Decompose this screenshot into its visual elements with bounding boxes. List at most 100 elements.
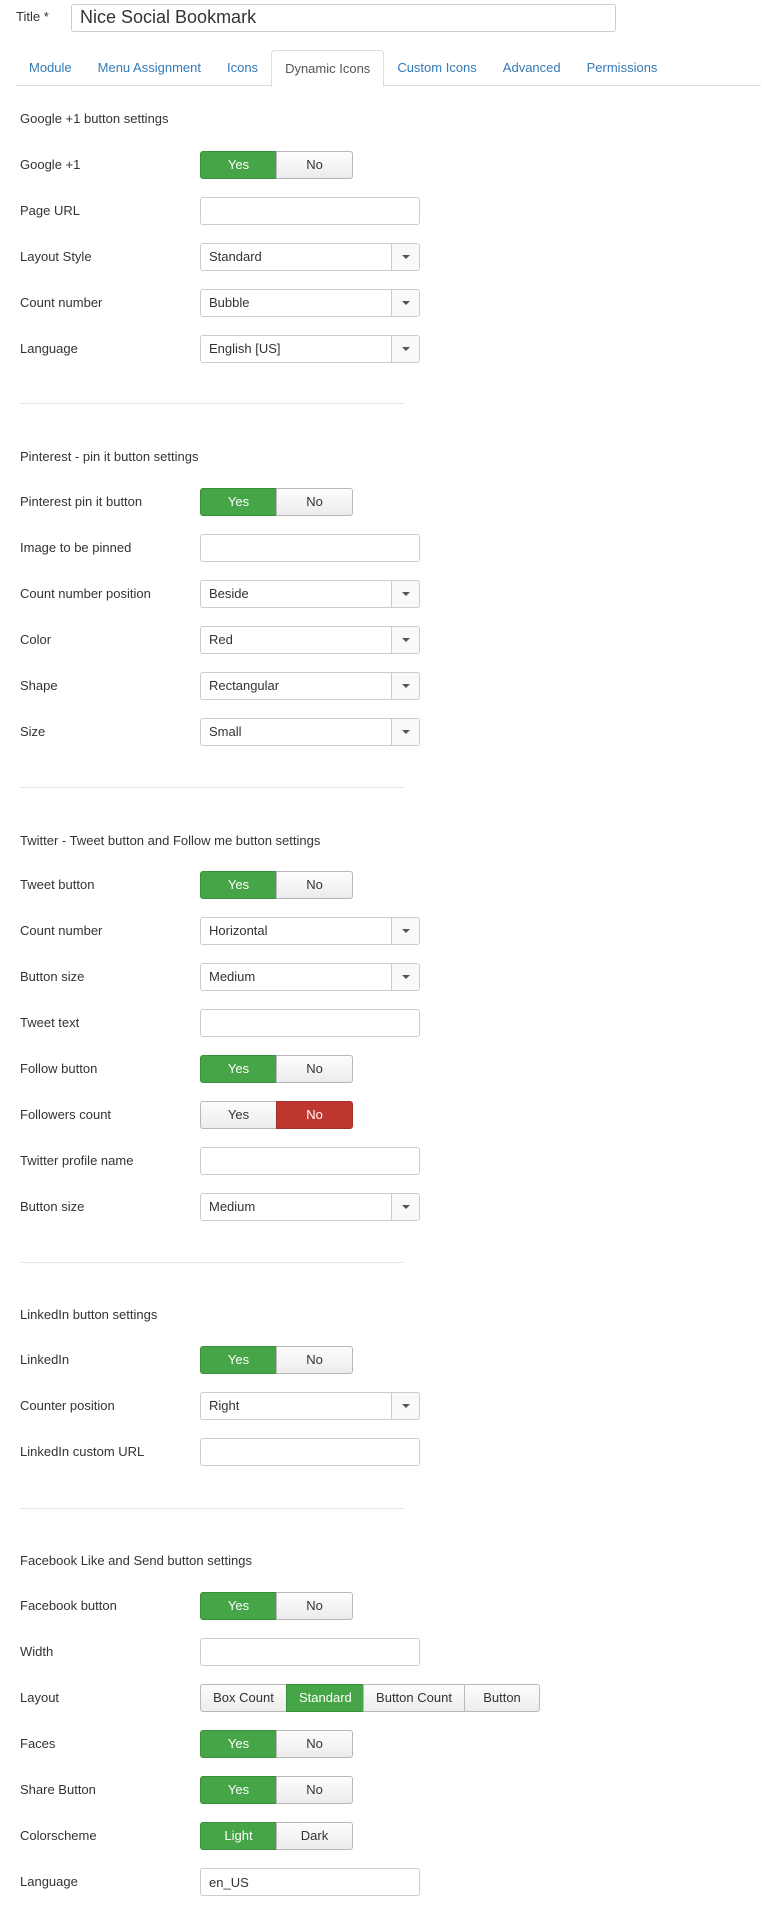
facebook-enable-row: Facebook button Yes No [20, 1591, 740, 1621]
section-divider [20, 1262, 404, 1263]
facebook-width-label: Width [20, 1644, 54, 1659]
facebook-layout-options: Box Count Standard Button Count Button [200, 1684, 540, 1712]
facebook-colorscheme-light-button[interactable]: Light [200, 1822, 277, 1850]
pinterest-count-position-select[interactable]: Beside [200, 580, 420, 608]
twitter-follow-no-button[interactable]: No [276, 1055, 353, 1083]
facebook-share-label: Share Button [20, 1782, 96, 1797]
pinterest-shape-label: Shape [20, 678, 58, 693]
twitter-text-row: Tweet text [20, 1008, 740, 1038]
twitter-tweet-toggle: Yes No [200, 871, 353, 899]
google-plusone-toggle: Yes No [200, 151, 353, 179]
google-plusone-label: Google +1 [20, 157, 81, 172]
title-input[interactable] [71, 3, 616, 32]
facebook-width-input[interactable] [200, 1638, 420, 1666]
facebook-language-row: Language [20, 1867, 740, 1897]
pinterest-count-position-label: Count number position [20, 586, 151, 601]
twitter-tweet-yes-button[interactable]: Yes [200, 871, 277, 899]
facebook-layout-button-button[interactable]: Button [464, 1684, 540, 1712]
linkedin-section-heading: LinkedIn button settings [20, 1307, 158, 1322]
pinterest-color-label: Color [20, 632, 52, 647]
facebook-colorscheme-dark-button[interactable]: Dark [276, 1822, 353, 1850]
tab-advanced[interactable]: Advanced [490, 50, 574, 86]
google-layout-select[interactable]: Standard [200, 243, 420, 271]
chevron-down-icon [391, 581, 419, 607]
tab-icons[interactable]: Icons [214, 50, 271, 86]
twitter-followers-toggle: Yes No [200, 1101, 353, 1129]
google-count-value: Bubble [209, 295, 250, 310]
pinterest-image-label: Image to be pinned [20, 540, 132, 555]
facebook-faces-no-button[interactable]: No [276, 1730, 353, 1758]
twitter-follow-size-row: Button size Medium [20, 1192, 740, 1222]
pinterest-pin-row: Pinterest pin it button Yes No [20, 487, 740, 517]
pinterest-size-select[interactable]: Small [200, 718, 420, 746]
pinterest-pin-yes-button[interactable]: Yes [200, 488, 277, 516]
twitter-text-label: Tweet text [20, 1015, 80, 1030]
facebook-faces-label: Faces [20, 1736, 56, 1751]
linkedin-yes-button[interactable]: Yes [200, 1346, 277, 1374]
twitter-follow-size-select[interactable]: Medium [200, 1193, 420, 1221]
facebook-faces-yes-button[interactable]: Yes [200, 1730, 277, 1758]
facebook-yes-button[interactable]: Yes [200, 1592, 277, 1620]
pinterest-image-input[interactable] [200, 534, 420, 562]
pinterest-pin-toggle: Yes No [200, 488, 353, 516]
tab-module[interactable]: Module [16, 50, 85, 86]
google-language-row: Language English [US] [20, 334, 740, 364]
google-plusone-yes-button[interactable]: Yes [200, 151, 277, 179]
twitter-size-label: Button size [20, 969, 85, 984]
linkedin-url-row: LinkedIn custom URL [20, 1437, 740, 1467]
twitter-count-select[interactable]: Horizontal [200, 917, 420, 945]
twitter-profile-input[interactable] [200, 1147, 420, 1175]
google-page-url-input[interactable] [200, 197, 420, 225]
pinterest-size-row: Size Small [20, 717, 740, 747]
chevron-down-icon [391, 1393, 419, 1419]
pinterest-shape-select[interactable]: Rectangular [200, 672, 420, 700]
tab-dynamic-icons[interactable]: Dynamic Icons [271, 50, 385, 87]
google-count-select[interactable]: Bubble [200, 289, 420, 317]
facebook-no-button[interactable]: No [276, 1592, 353, 1620]
twitter-tweet-label: Tweet button [20, 877, 95, 892]
title-label: Title * [16, 8, 49, 24]
pinterest-pin-no-button[interactable]: No [276, 488, 353, 516]
section-divider [20, 1508, 404, 1509]
linkedin-enable-toggle: Yes No [200, 1346, 353, 1374]
tab-custom-icons[interactable]: Custom Icons [384, 50, 489, 86]
linkedin-counter-value: Right [209, 1398, 240, 1413]
pinterest-color-select[interactable]: Red [200, 626, 420, 654]
linkedin-enable-row: LinkedIn Yes No [20, 1345, 740, 1375]
pinterest-size-label: Size [20, 724, 46, 739]
twitter-followers-no-button[interactable]: No [276, 1101, 353, 1129]
facebook-width-row: Width [20, 1637, 740, 1667]
twitter-count-label: Count number [20, 923, 103, 938]
facebook-layout-box-count-button[interactable]: Box Count [200, 1684, 287, 1712]
chevron-down-icon [391, 918, 419, 944]
twitter-size-select[interactable]: Medium [200, 963, 420, 991]
pinterest-size-value: Small [209, 724, 242, 739]
twitter-tweet-no-button[interactable]: No [276, 871, 353, 899]
facebook-layout-button-count-button[interactable]: Button Count [363, 1684, 465, 1712]
google-language-label: Language [20, 341, 78, 356]
facebook-share-row: Share Button Yes No [20, 1775, 740, 1805]
tab-menu-assignment[interactable]: Menu Assignment [85, 50, 214, 86]
linkedin-counter-select[interactable]: Right [200, 1392, 420, 1420]
linkedin-url-input[interactable] [200, 1438, 420, 1466]
twitter-follow-size-label: Button size [20, 1199, 85, 1214]
google-layout-value: Standard [209, 249, 262, 264]
facebook-language-input[interactable] [200, 1868, 420, 1896]
tab-permissions[interactable]: Permissions [574, 50, 671, 86]
facebook-layout-label: Layout [20, 1690, 60, 1705]
google-plusone-no-button[interactable]: No [276, 151, 353, 179]
twitter-follow-yes-button[interactable]: Yes [200, 1055, 277, 1083]
twitter-tweet-row: Tweet button Yes No [20, 870, 740, 900]
facebook-colorscheme-row: Colorscheme Light Dark [20, 1821, 740, 1851]
facebook-share-no-button[interactable]: No [276, 1776, 353, 1804]
twitter-section-heading: Twitter - Tweet button and Follow me but… [20, 833, 321, 848]
linkedin-no-button[interactable]: No [276, 1346, 353, 1374]
chevron-down-icon [391, 336, 419, 362]
facebook-share-yes-button[interactable]: Yes [200, 1776, 277, 1804]
twitter-text-input[interactable] [200, 1009, 420, 1037]
facebook-layout-standard-button[interactable]: Standard [286, 1684, 364, 1712]
facebook-enable-label: Facebook button [20, 1598, 117, 1613]
twitter-profile-row: Twitter profile name [20, 1146, 740, 1176]
twitter-followers-yes-button[interactable]: Yes [200, 1101, 277, 1129]
google-language-select[interactable]: English [US] [200, 335, 420, 363]
